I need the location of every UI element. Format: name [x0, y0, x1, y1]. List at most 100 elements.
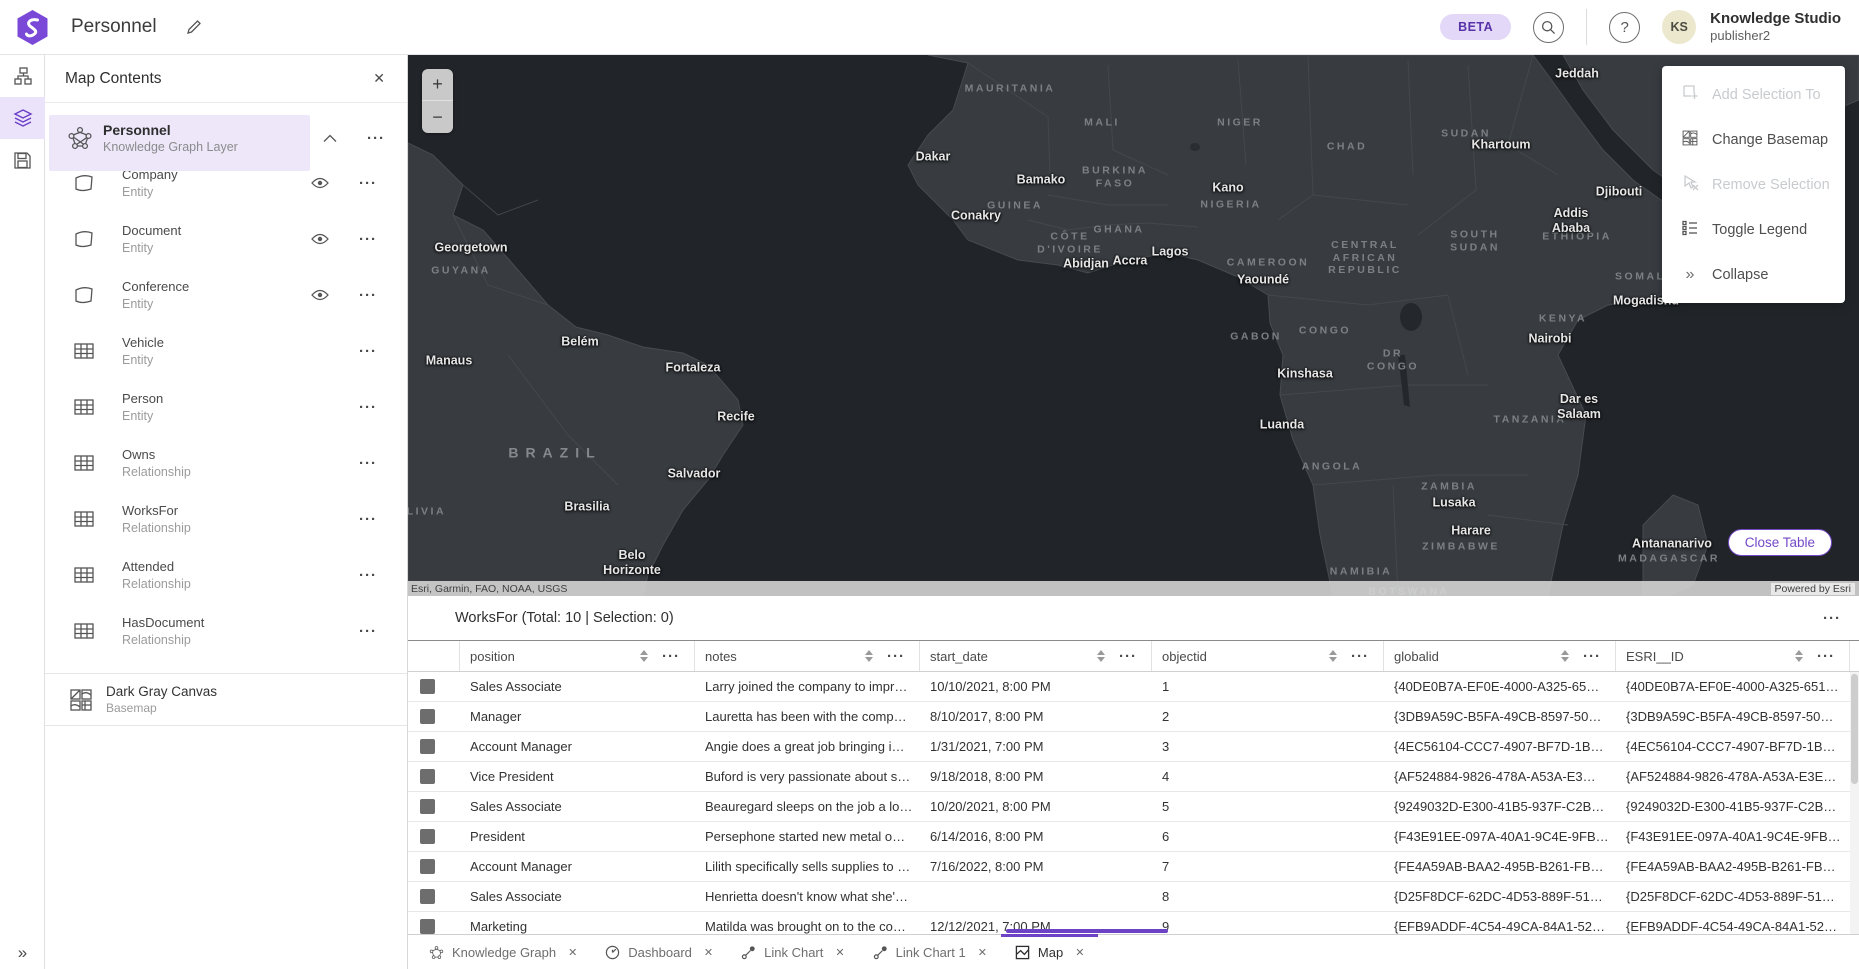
- tab-dashboard[interactable]: Dashboard ✕: [591, 935, 727, 969]
- map-label-city: Bamako: [1017, 173, 1066, 188]
- sort-icon[interactable]: [640, 650, 648, 662]
- column-options-button[interactable]: ···: [1817, 648, 1835, 665]
- row-checkbox[interactable]: [420, 769, 435, 784]
- close-tab-icon[interactable]: ✕: [978, 946, 987, 959]
- tab-link-chart[interactable]: Link Chart ✕: [727, 935, 858, 969]
- sort-icon[interactable]: [1329, 650, 1337, 662]
- layer-row-document[interactable]: DocumentEntity ···: [45, 211, 407, 267]
- visibility-eye-icon[interactable]: [311, 233, 329, 245]
- visibility-eye-icon[interactable]: [311, 177, 329, 189]
- table-row[interactable]: Vice President Buford is very passionate…: [408, 762, 1859, 792]
- layer-options-button[interactable]: ···: [359, 567, 377, 584]
- column-header-start-date[interactable]: start_date ···: [920, 641, 1152, 671]
- layer-options-button[interactable]: ···: [359, 287, 377, 304]
- sort-icon[interactable]: [1795, 650, 1803, 662]
- row-checkbox[interactable]: [420, 829, 435, 844]
- layer-row-attended[interactable]: AttendedRelationship ···: [45, 547, 407, 603]
- table-row[interactable]: Sales Associate Henrietta doesn't know w…: [408, 882, 1859, 912]
- column-header-esri-id[interactable]: ESRI__ID ···: [1616, 641, 1850, 671]
- account-info[interactable]: Knowledge Studio publisher2: [1710, 10, 1841, 45]
- row-checkbox[interactable]: [420, 739, 435, 754]
- layer-options-button[interactable]: ···: [359, 175, 377, 192]
- layer-options-button[interactable]: ···: [359, 343, 377, 360]
- table-row[interactable]: Sales Associate Larry joined the company…: [408, 672, 1859, 702]
- visibility-eye-icon[interactable]: [311, 289, 329, 301]
- layer-options-button[interactable]: ···: [359, 511, 377, 528]
- search-button[interactable]: [1533, 12, 1564, 43]
- row-checkbox[interactable]: [420, 889, 435, 904]
- close-tab-icon[interactable]: ✕: [704, 946, 713, 959]
- sort-icon[interactable]: [1097, 650, 1105, 662]
- row-checkbox[interactable]: [420, 709, 435, 724]
- row-checkbox[interactable]: [420, 919, 435, 934]
- map-contents-panel: Map Contents ✕ Personnel Knowledge Graph…: [45, 55, 408, 969]
- tab-knowledge-graph[interactable]: Knowledge Graph ✕: [415, 935, 591, 969]
- group-name: Personnel: [103, 121, 238, 139]
- table-row[interactable]: Sales Associate Beauregard sleeps on the…: [408, 792, 1859, 822]
- row-checkbox[interactable]: [420, 859, 435, 874]
- table-row[interactable]: Account Manager Lilith specifically sell…: [408, 852, 1859, 882]
- group-options-button[interactable]: ···: [367, 130, 385, 147]
- help-button[interactable]: ?: [1609, 12, 1640, 43]
- add-selection-icon: [1682, 84, 1699, 101]
- close-tab-icon[interactable]: ✕: [1075, 946, 1084, 959]
- row-checkbox[interactable]: [420, 799, 435, 814]
- rail-item-map-contents[interactable]: [0, 97, 45, 139]
- column-header-notes[interactable]: notes ···: [695, 641, 920, 671]
- sort-icon[interactable]: [865, 650, 873, 662]
- row-checkbox[interactable]: [420, 679, 435, 694]
- sort-icon[interactable]: [1561, 650, 1569, 662]
- map-label-country: NIGERIA: [1200, 199, 1261, 212]
- menu-item-toggle-legend[interactable]: Toggle Legend: [1662, 207, 1845, 252]
- layer-group-personnel[interactable]: Personnel Knowledge Graph Layer ···: [45, 121, 407, 155]
- zoom-out-button[interactable]: −: [422, 101, 453, 133]
- menu-item-change-basemap[interactable]: Change Basemap: [1662, 117, 1845, 162]
- scrollbar-thumb[interactable]: [1851, 674, 1858, 784]
- table-horizontal-scrollbar-thumb[interactable]: [1006, 929, 1168, 933]
- menu-item-collapse[interactable]: » Collapse: [1662, 252, 1845, 297]
- layer-row-vehicle[interactable]: VehicleEntity ···: [45, 323, 407, 379]
- layer-row-conference[interactable]: ConferenceEntity ···: [45, 267, 407, 323]
- close-tab-icon[interactable]: ✕: [835, 946, 844, 959]
- map-label-country: CHAD: [1327, 141, 1367, 154]
- layer-row-owns[interactable]: OwnsRelationship ···: [45, 435, 407, 491]
- table-row[interactable]: Manager Lauretta has been with the comp……: [408, 702, 1859, 732]
- table-options-button[interactable]: ···: [1823, 610, 1841, 627]
- rail-item-save[interactable]: [0, 139, 45, 181]
- column-options-button[interactable]: ···: [1583, 648, 1601, 665]
- zoom-in-button[interactable]: +: [422, 69, 453, 101]
- column-header-globalid[interactable]: globalid ···: [1384, 641, 1616, 671]
- column-header-position[interactable]: position ···: [460, 641, 695, 671]
- close-table-button[interactable]: Close Table: [1728, 529, 1832, 556]
- column-options-button[interactable]: ···: [1351, 648, 1369, 665]
- layer-row-worksfor[interactable]: WorksForRelationship ···: [45, 491, 407, 547]
- tab-link-chart-1[interactable]: Link Chart 1 ✕: [859, 935, 1001, 969]
- column-options-button[interactable]: ···: [662, 648, 680, 665]
- table-row[interactable]: President Persephone started new metal o…: [408, 822, 1859, 852]
- left-rail: »: [0, 55, 45, 969]
- avatar[interactable]: KS: [1662, 10, 1696, 44]
- chevron-up-icon[interactable]: [323, 134, 337, 143]
- panel-close-button[interactable]: ✕: [373, 70, 385, 87]
- layer-options-button[interactable]: ···: [359, 399, 377, 416]
- tab-map[interactable]: Map ✕: [1001, 935, 1099, 969]
- close-tab-icon[interactable]: ✕: [568, 946, 577, 959]
- layer-row-hasdocument[interactable]: HasDocumentRelationship ···: [45, 603, 407, 659]
- basemap-row[interactable]: Dark Gray Canvas Basemap: [45, 673, 407, 726]
- table-row[interactable]: Account Manager Angie does a great job b…: [408, 732, 1859, 762]
- menu-item-remove-selection[interactable]: Remove Selection: [1662, 162, 1845, 207]
- menu-item-add-selection-to[interactable]: Add Selection To: [1662, 72, 1845, 117]
- rail-expand-button[interactable]: »: [0, 943, 45, 963]
- column-header-objectid[interactable]: objectid ···: [1152, 641, 1384, 671]
- rail-item-data-model[interactable]: [0, 55, 45, 97]
- layer-options-button[interactable]: ···: [359, 455, 377, 472]
- column-options-button[interactable]: ···: [887, 648, 905, 665]
- map-label-city: Abidjan: [1063, 257, 1109, 272]
- column-options-button[interactable]: ···: [1119, 648, 1137, 665]
- table-vertical-scrollbar[interactable]: [1850, 672, 1859, 934]
- layer-row-person[interactable]: PersonEntity ···: [45, 379, 407, 435]
- edit-title-icon[interactable]: [185, 18, 203, 36]
- layer-options-button[interactable]: ···: [359, 623, 377, 640]
- layer-options-button[interactable]: ···: [359, 231, 377, 248]
- map-view[interactable]: MAURITANIA MALI NIGER SUDAN CHAD BURKINA…: [408, 55, 1859, 596]
